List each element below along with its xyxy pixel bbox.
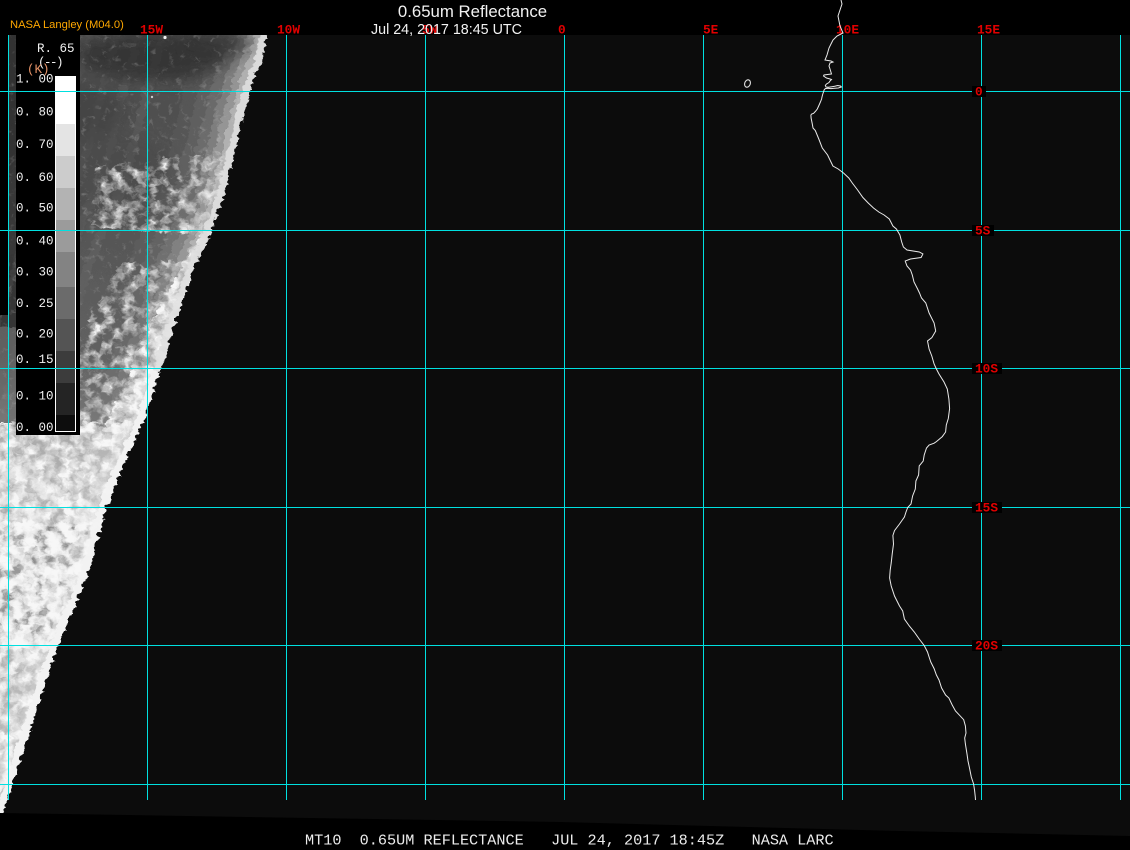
svg-text:0. 15: 0. 15: [16, 353, 54, 367]
svg-text:0. 30: 0. 30: [16, 266, 54, 280]
svg-text:0. 00: 0. 00: [16, 421, 54, 435]
svg-text:0: 0: [975, 85, 983, 100]
svg-text:20S: 20S: [975, 639, 998, 654]
svg-text:5E: 5E: [703, 23, 719, 38]
svg-text:0. 25: 0. 25: [16, 297, 54, 311]
svg-text:Jul 24, 2017 18:45 UTC: Jul 24, 2017 18:45 UTC: [371, 22, 522, 38]
svg-text:0. 20: 0. 20: [16, 328, 54, 342]
svg-text:0. 60: 0. 60: [16, 171, 54, 185]
svg-text:0. 70: 0. 70: [16, 138, 54, 152]
svg-text:R. 65: R. 65: [37, 42, 75, 56]
svg-text:15S: 15S: [975, 501, 998, 516]
svg-text:0. 10: 0. 10: [16, 390, 54, 404]
svg-text:0: 0: [558, 23, 566, 38]
svg-text:0. 80: 0. 80: [16, 106, 54, 120]
svg-text:10W: 10W: [277, 23, 300, 38]
svg-text:10S: 10S: [975, 362, 998, 377]
svg-text:0. 40: 0. 40: [16, 235, 54, 249]
svg-text:1. 00: 1. 00: [16, 73, 54, 87]
svg-text:NASA Langley (M04.0): NASA Langley (M04.0): [10, 19, 124, 31]
svg-text:0. 50: 0. 50: [16, 202, 54, 216]
svg-text:15W: 15W: [140, 23, 163, 38]
svg-text:5S: 5S: [975, 224, 991, 239]
svg-text:0.65um Reflectance: 0.65um Reflectance: [398, 2, 547, 21]
svg-text:MT10 0.65UM REFLECTANCE JUL: MT10 0.65UM REFLECTANCE JUL 24, 2017 18:…: [305, 832, 834, 850]
svg-text:15E: 15E: [977, 23, 1000, 38]
